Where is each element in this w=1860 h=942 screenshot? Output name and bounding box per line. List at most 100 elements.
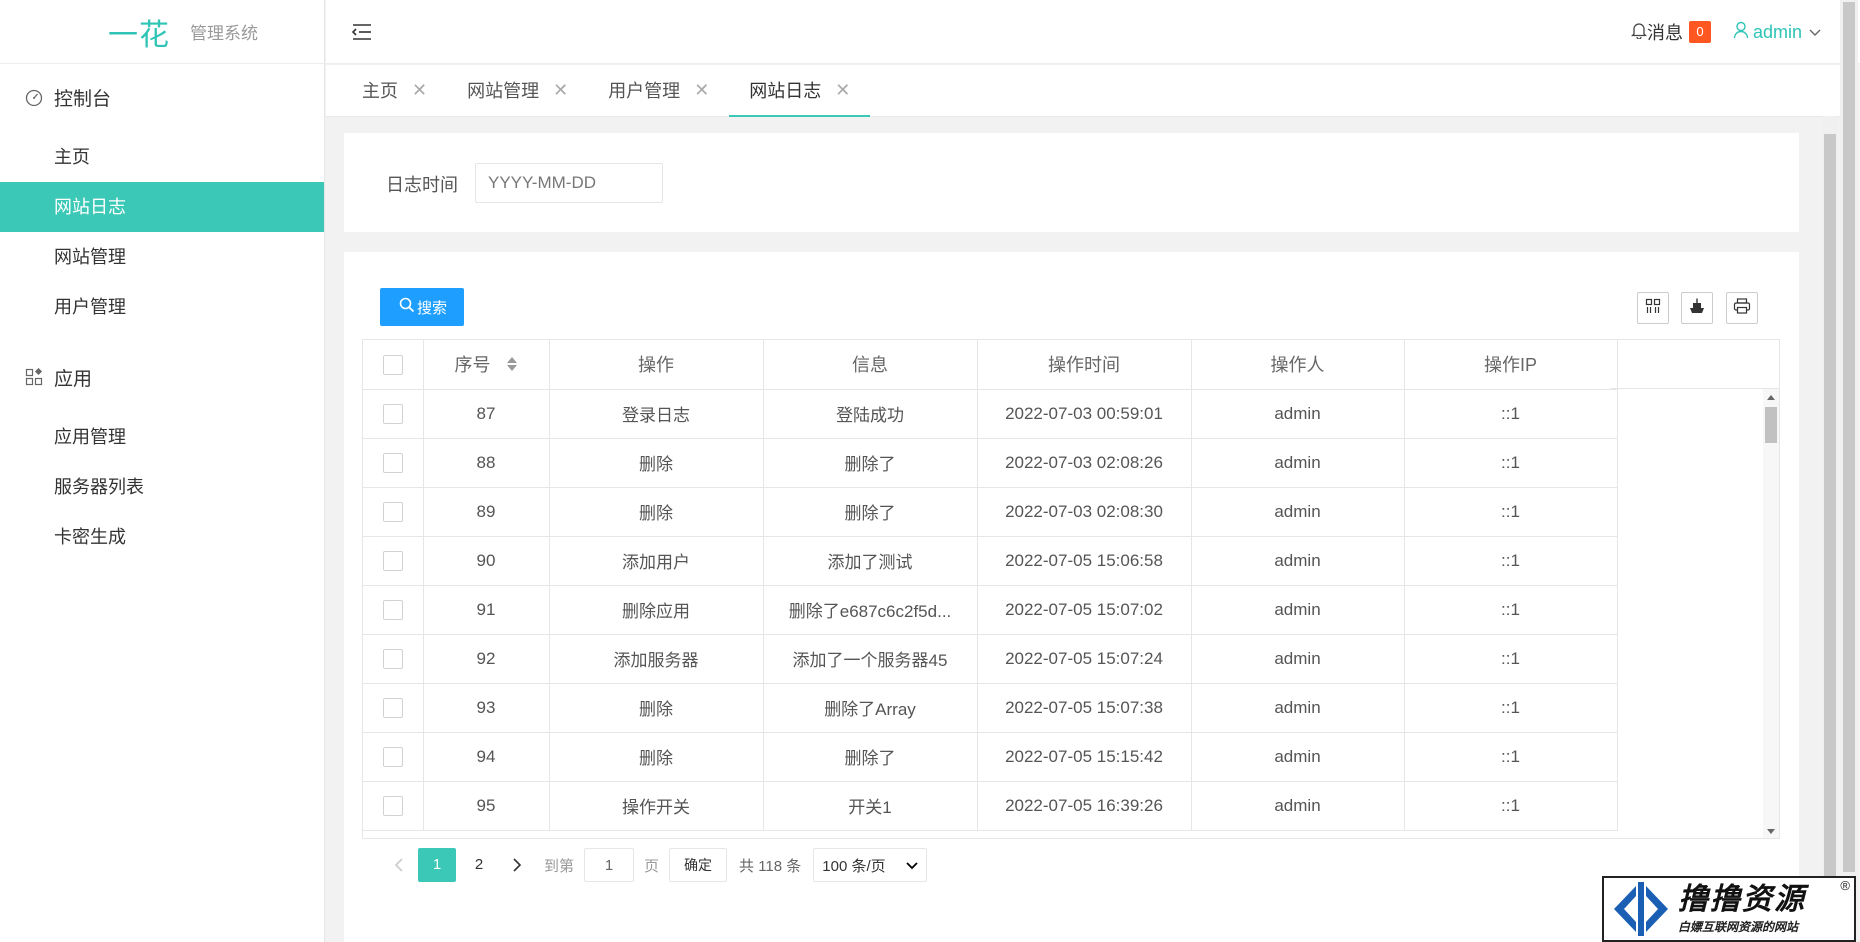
row-select-cell (363, 732, 424, 782)
tab-user-manage[interactable]: 用户管理 ✕ (588, 64, 729, 116)
table-row[interactable]: 95 操作开关 开关1 2022-07-05 16:39:26 admin::1 (363, 781, 1618, 831)
scroll-thumb[interactable] (1765, 407, 1777, 443)
scroll-thumb[interactable] (1843, 2, 1855, 872)
sidebar-item-user-manage[interactable]: 用户管理 (0, 282, 324, 332)
page-number[interactable]: 2 (460, 848, 498, 882)
messages-button[interactable]: 消息 0 (1630, 19, 1711, 45)
table-row[interactable]: 92 添加服务器 添加了一个服务器45 2022-07-05 15:07:24 admi… (363, 634, 1618, 684)
table-card: 搜索 序号 操作 信息 操作时间 操作人 操作IP 87 登录日志 登陆成功 2… (344, 252, 1799, 942)
sidebar-group-apps: 应用 应用管理 服务器列表 卡密生成 (0, 346, 324, 574)
table-scrollbar[interactable] (1763, 389, 1779, 838)
sidebar-item-app-manage[interactable]: 应用管理 (0, 412, 324, 462)
close-icon[interactable]: ✕ (553, 80, 568, 101)
cell-time: 2022-07-05 15:07:38 (977, 683, 1192, 733)
export-button[interactable] (1681, 292, 1713, 324)
goto-page-input[interactable] (584, 848, 635, 882)
column-header-info: 信息 (763, 340, 978, 390)
registered-mark: ® (1840, 878, 1850, 893)
cell-id: 93 (423, 683, 550, 733)
tab-site-manage[interactable]: 网站管理 ✕ (447, 64, 588, 116)
goto-confirm-button[interactable]: 确定 (669, 848, 728, 882)
table-row[interactable]: 88 删除 删除了 2022-07-03 02:08:26 admin::1 (363, 438, 1618, 488)
cell-info: 开关1 (763, 781, 978, 831)
log-time-label: 日志时间 (386, 175, 458, 195)
cell-action: 删除应用 (549, 585, 764, 635)
row-checkbox[interactable] (382, 403, 403, 424)
cell-time: 2022-07-05 15:07:02 (977, 585, 1192, 635)
cell-info: 添加了一个服务器45 (763, 634, 978, 684)
table-row[interactable]: 89 删除 删除了 2022-07-03 02:08:30 admin::1 (363, 487, 1618, 537)
cell-operator: admin (1191, 732, 1405, 782)
row-checkbox[interactable] (382, 697, 403, 718)
close-icon[interactable]: ✕ (412, 80, 427, 101)
cell-time: 2022-07-03 02:08:30 (977, 487, 1192, 537)
sidebar-item-server-list[interactable]: 服务器列表 (0, 462, 324, 512)
close-icon[interactable]: ✕ (835, 80, 850, 101)
sidebar-item-site-log[interactable]: 网站日志 (0, 182, 324, 232)
tab-label: 网站日志 (749, 81, 822, 101)
row-checkbox[interactable] (382, 648, 403, 669)
scroll-down-icon[interactable] (1767, 829, 1775, 834)
cell-id: 89 (423, 487, 550, 537)
table-row[interactable]: 91 删除应用 删除了e687c6c2f5d... 2022-07-05 15:07:… (363, 585, 1618, 635)
column-header-id[interactable]: 序号 (423, 340, 550, 390)
tab-home[interactable]: 主页 ✕ (342, 64, 447, 116)
next-page-button[interactable] (500, 848, 534, 882)
columns-filter-button[interactable] (1637, 292, 1669, 324)
sidebar-item-site-manage[interactable]: 网站管理 (0, 232, 324, 282)
page-tabs: 主页 ✕ 网站管理 ✕ 用户管理 ✕ 网站日志 ✕ (326, 65, 1840, 117)
cell-time: 2022-07-05 15:15:42 (977, 732, 1192, 782)
prev-page-button[interactable] (382, 848, 416, 882)
table-row[interactable]: 93 删除 删除了Array 2022-07-05 15:07:38 admin::1 (363, 683, 1618, 733)
content-scrollbar[interactable] (1822, 116, 1838, 942)
menu-fold-icon[interactable] (350, 20, 374, 44)
log-table: 序号 操作 信息 操作时间 操作人 操作IP 87 登录日志 登陆成功 2022-07… (362, 339, 1780, 839)
page-size-select[interactable]: 100 条/页 (813, 848, 928, 882)
cell-action: 添加服务器 (549, 634, 764, 684)
user-menu[interactable]: admin (1733, 21, 1822, 44)
cell-time: 2022-07-05 15:06:58 (977, 536, 1192, 586)
row-checkbox[interactable] (382, 746, 403, 767)
sidebar-group-apps-header[interactable]: 应用 (0, 346, 324, 408)
table-row[interactable]: 94 删除 删除了 2022-07-05 15:15:42 admin::1 (363, 732, 1618, 782)
window-scrollbar[interactable] (1840, 0, 1858, 942)
close-icon[interactable]: ✕ (694, 80, 709, 101)
search-icon (399, 297, 415, 317)
sidebar-group-console-header[interactable]: 控制台 (0, 66, 324, 128)
row-checkbox[interactable] (382, 501, 403, 522)
page-number-current[interactable]: 1 (418, 848, 456, 882)
cell-operator: admin (1191, 536, 1405, 586)
app-root: 一花 管理系统 控制台 主页 网站日志 网站管理 用户管理 应用 应用管理 服务… (0, 0, 1860, 942)
cell-ip: ::1 (1404, 781, 1618, 831)
dashboard-icon (24, 87, 44, 107)
scroll-up-icon[interactable] (1767, 395, 1775, 400)
scroll-thumb[interactable] (1824, 134, 1836, 942)
apps-icon (24, 367, 44, 387)
log-time-input[interactable] (475, 163, 663, 203)
sort-icon[interactable] (506, 356, 518, 377)
select-all-checkbox[interactable] (382, 354, 403, 375)
row-select-cell (363, 536, 424, 586)
row-checkbox[interactable] (382, 599, 403, 620)
print-button[interactable] (1726, 292, 1758, 324)
tab-site-log[interactable]: 网站日志 ✕ (729, 64, 871, 117)
table-row[interactable]: 87 登录日志 登陆成功 2022-07-03 00:59:01 admin::1 (363, 389, 1618, 439)
row-checkbox[interactable] (382, 452, 403, 473)
row-checkbox[interactable] (382, 795, 403, 816)
cell-time: 2022-07-05 15:07:24 (977, 634, 1192, 684)
cell-id: 87 (423, 389, 550, 439)
messages-count-badge: 0 (1688, 21, 1711, 43)
pagination: 1 2 到第 页 确定 共 118 条 100 条/页 (382, 848, 928, 882)
user-icon (1733, 21, 1749, 44)
table-row[interactable]: 90 添加用户 添加了测试 2022-07-05 15:06:58 admin::1 (363, 536, 1618, 586)
column-header-label: 序号 (454, 355, 491, 376)
search-button-label: 搜索 (416, 299, 447, 317)
cell-time: 2022-07-03 02:08:26 (977, 438, 1192, 488)
sidebar-item-card-generate[interactable]: 卡密生成 (0, 512, 324, 562)
row-checkbox[interactable] (382, 550, 403, 571)
cell-id: 88 (423, 438, 550, 488)
chevron-down-icon (1808, 22, 1822, 43)
sidebar-item-home[interactable]: 主页 (0, 132, 324, 182)
search-button[interactable]: 搜索 (380, 288, 464, 326)
column-header-ip: 操作IP (1404, 340, 1618, 390)
